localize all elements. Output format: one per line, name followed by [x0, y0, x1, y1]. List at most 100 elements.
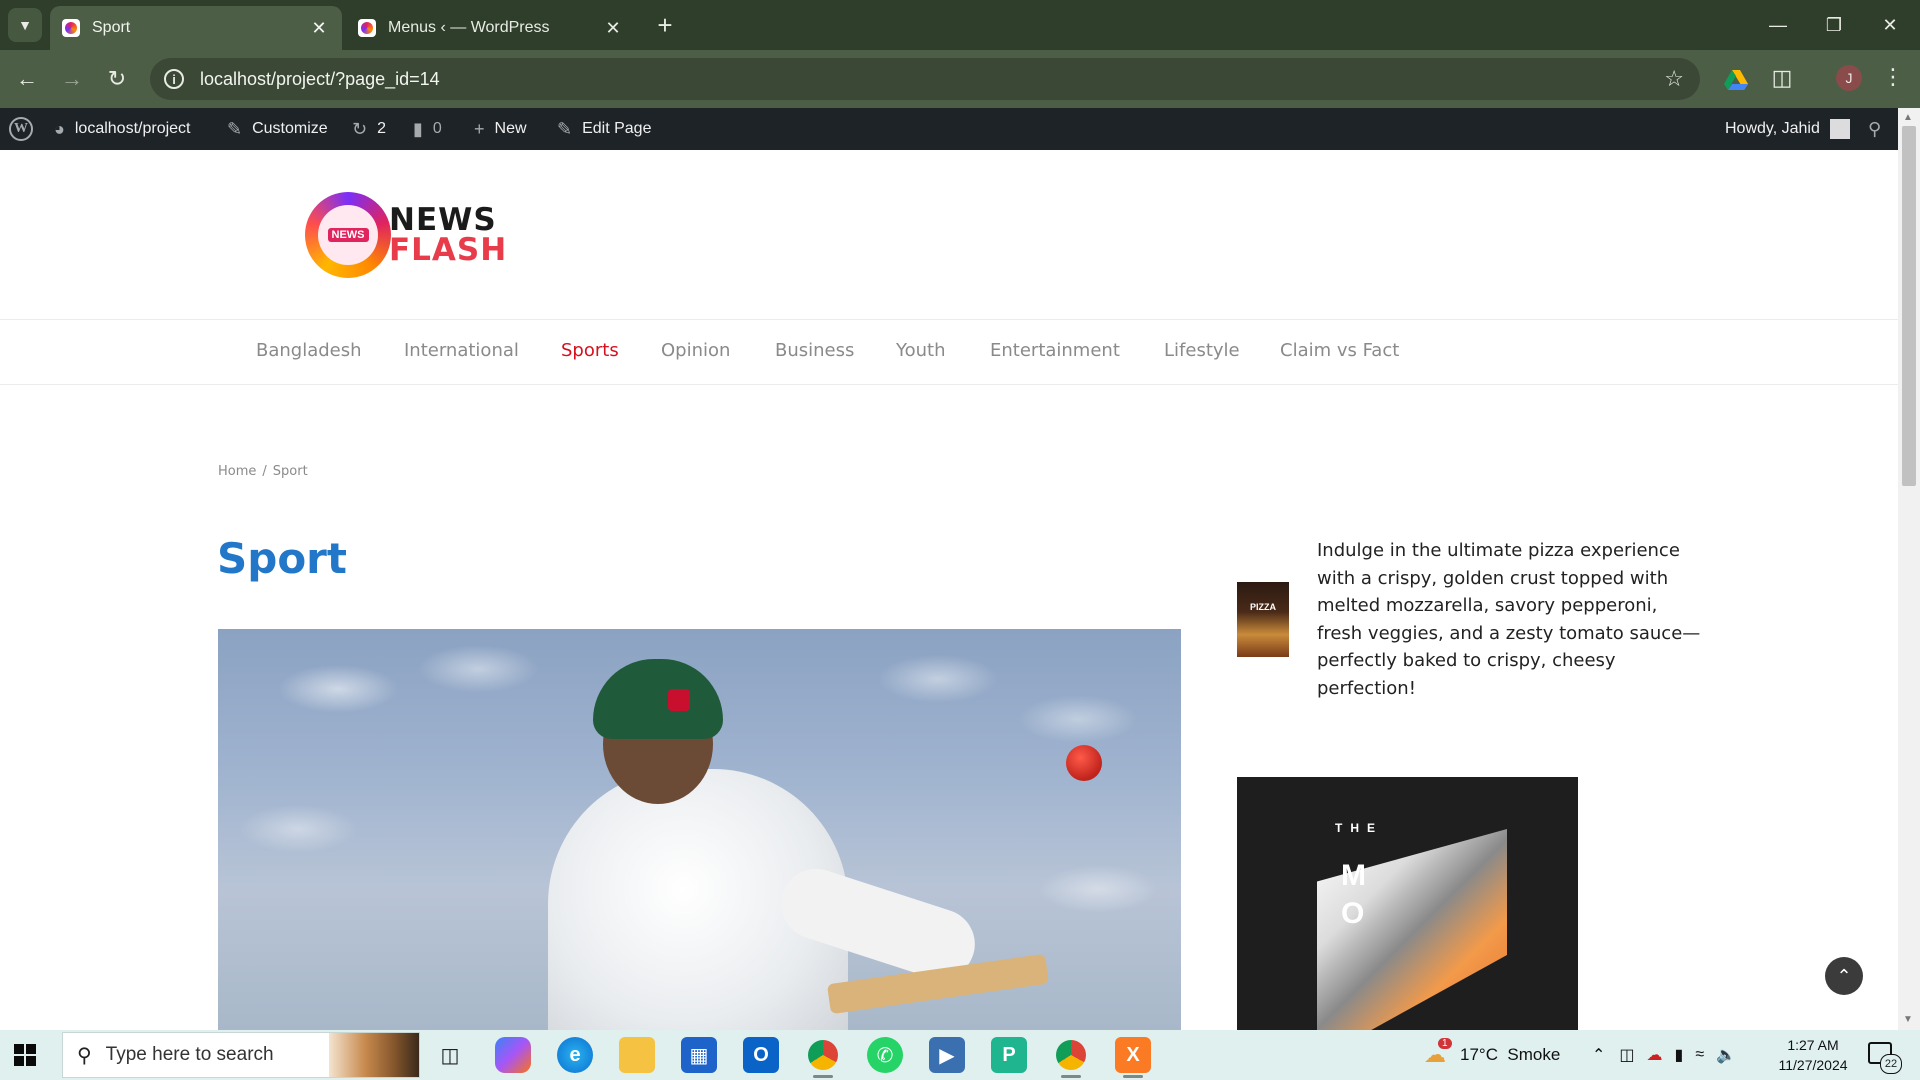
pencil-icon: ✎ [557, 118, 573, 139]
reload-icon[interactable]: ↻ [100, 62, 134, 96]
clock-time: 1:27 AM [1787, 1037, 1839, 1053]
tab-title: Sport [92, 19, 131, 36]
my-account-menu[interactable]: Howdy, Jahid [1725, 108, 1850, 150]
device-icon[interactable]: ◫ [1619, 1045, 1634, 1065]
brush-icon: ✎ [227, 118, 243, 139]
notification-count: 22 [1880, 1054, 1902, 1074]
updates-link[interactable]: ↻ 2 [352, 108, 386, 150]
poster-letters: M O [1341, 859, 1366, 930]
taskbar-search-box[interactable]: ⚲ Type here to search [62, 1032, 420, 1078]
site-logo[interactable]: NEWS NEWS FLASH [305, 192, 507, 278]
nav-item-international[interactable]: International [404, 340, 519, 361]
taskbar-clock[interactable]: 1:27 AM 11/27/2024 [1768, 1035, 1858, 1075]
pycharm-icon[interactable]: P [991, 1037, 1027, 1073]
wordpress-icon: W [9, 117, 33, 141]
comments-count: 0 [432, 120, 442, 137]
close-window-icon[interactable]: ✕ [1862, 0, 1918, 50]
task-view-icon[interactable]: ◫ [432, 1037, 468, 1073]
file-explorer-icon[interactable] [619, 1037, 655, 1073]
page-title: Sport [217, 534, 347, 583]
drive-icon[interactable] [1722, 66, 1750, 94]
customize-link[interactable]: ✎ Customize [227, 108, 328, 150]
pizza-ad-label: PIZZA [1250, 602, 1276, 612]
battery-icon[interactable]: ▮ [1675, 1045, 1684, 1065]
scrollbar-thumb[interactable] [1902, 126, 1916, 486]
address-bar[interactable]: i localhost/project/?page_id=14 ☆ [150, 58, 1700, 100]
close-icon[interactable]: ✕ [308, 18, 330, 39]
copilot-icon[interactable] [495, 1037, 531, 1073]
nav-item-entertainment[interactable]: Entertainment [990, 340, 1120, 361]
pizza-ad-thumbnail[interactable]: PIZZA [1237, 582, 1289, 657]
comments-link[interactable]: ▮ 0 [413, 108, 442, 150]
windows-start-icon[interactable] [14, 1044, 36, 1066]
breadcrumb-home[interactable]: Home [218, 464, 256, 479]
poster-top-word: THE [1335, 821, 1383, 835]
weather-text: 17°C Smoke [1460, 1045, 1561, 1064]
info-icon[interactable]: i [164, 69, 184, 89]
cloud-sync-icon[interactable]: ☁ [1647, 1045, 1663, 1065]
browser-tab-sport[interactable]: Sport ✕ [50, 6, 342, 50]
main-navigation: Bangladesh International Sports Opinion … [0, 332, 1898, 372]
outlook-icon[interactable]: O [743, 1037, 779, 1073]
cricket-ball [1066, 745, 1102, 781]
forward-icon[interactable]: → [55, 62, 89, 96]
new-content-link[interactable]: + New [474, 108, 527, 150]
volume-icon[interactable]: 🔈 [1716, 1045, 1736, 1065]
nav-item-business[interactable]: Business [775, 340, 854, 361]
chevron-up-icon: ⌃ [1836, 965, 1852, 986]
page-scrollbar[interactable]: ▲ ▼ [1898, 108, 1920, 1030]
updates-icon: ↻ [352, 118, 368, 139]
chrome-profile-icon[interactable] [1053, 1037, 1089, 1078]
chevron-up-icon[interactable]: ⌃ [1592, 1045, 1605, 1065]
breadcrumb-current: Sport [272, 464, 308, 479]
media-app-icon[interactable]: ▶ [929, 1037, 965, 1073]
back-icon[interactable]: ← [10, 62, 44, 96]
nav-item-opinion[interactable]: Opinion [661, 340, 730, 361]
clock-date: 11/27/2024 [1778, 1057, 1848, 1073]
scroll-to-top-button[interactable]: ⌃ [1825, 957, 1863, 995]
site-name-link[interactable]: ◕ localhost/project [54, 108, 191, 150]
chrome-icon[interactable] [805, 1037, 841, 1078]
minimize-icon[interactable]: — [1750, 0, 1806, 50]
scroll-down-arrow-icon[interactable]: ▼ [1903, 1014, 1913, 1025]
wp-admin-bar: W ◕ localhost/project ✎ Customize ↻ 2 ▮ … [0, 108, 1898, 150]
edge-icon[interactable]: e [557, 1037, 593, 1073]
tab-list-button[interactable]: ▼ [8, 8, 42, 42]
nav-item-sports[interactable]: Sports [561, 340, 619, 361]
weather-widget[interactable]: ☁ 1 17°C Smoke [1424, 1030, 1560, 1080]
new-label: New [494, 120, 527, 137]
weather-icon: ☁ 1 [1424, 1038, 1452, 1068]
close-icon[interactable]: ✕ [602, 18, 624, 39]
taskbar-search-placeholder: Type here to search [105, 1044, 274, 1065]
nav-item-bangladesh[interactable]: Bangladesh [256, 340, 362, 361]
scroll-up-arrow-icon[interactable]: ▲ [1903, 112, 1913, 123]
customize-label: Customize [252, 120, 328, 137]
site-favicon-icon [358, 19, 376, 37]
nav-divider [0, 384, 1898, 385]
weather-alert-badge: 1 [1438, 1038, 1452, 1049]
sidebar-poster[interactable]: THE M O [1237, 777, 1578, 1030]
kebab-menu-icon[interactable]: ⋮ [1882, 64, 1904, 90]
updates-count: 2 [377, 120, 386, 137]
restore-icon[interactable]: ❐ [1806, 0, 1862, 50]
plus-icon: + [474, 118, 485, 139]
new-tab-button[interactable]: + [650, 10, 680, 40]
comment-icon: ▮ [413, 118, 423, 139]
puzzle-icon[interactable]: ◫ [1768, 64, 1796, 92]
nav-item-youth[interactable]: Youth [896, 340, 946, 361]
microsoft-store-icon[interactable]: ▦ [681, 1037, 717, 1073]
xampp-icon[interactable]: X [1115, 1037, 1151, 1078]
admin-search-icon[interactable]: ⚲ [1868, 108, 1881, 150]
pizza-ad-text: Indulge in the ultimate pizza experience… [1317, 540, 1701, 699]
nav-item-claim-vs-fact[interactable]: Claim vs Fact [1280, 340, 1399, 361]
whatsapp-icon[interactable]: ✆ [867, 1037, 903, 1073]
profile-avatar[interactable]: J [1836, 65, 1862, 91]
header-divider [0, 319, 1898, 320]
wp-logo-menu[interactable]: W [9, 108, 33, 150]
star-icon[interactable]: ☆ [1664, 66, 1684, 92]
browser-tab-menus[interactable]: Menus ‹ — WordPress ✕ [346, 6, 636, 50]
wifi-icon[interactable]: ≈ [1695, 1046, 1704, 1064]
edit-page-link[interactable]: ✎ Edit Page [557, 108, 651, 150]
nav-item-lifestyle[interactable]: Lifestyle [1164, 340, 1240, 361]
url-text[interactable]: localhost/project/?page_id=14 [200, 69, 440, 90]
